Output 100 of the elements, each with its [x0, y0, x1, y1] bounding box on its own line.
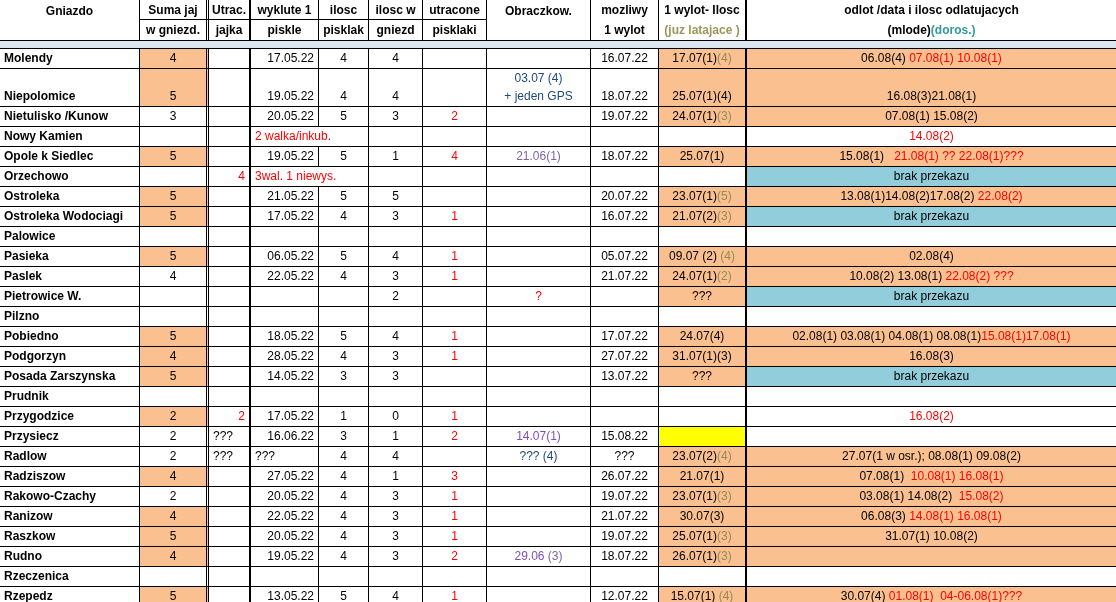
table-cell: 17.05.22	[251, 49, 319, 69]
table-cell: 18.05.22	[251, 327, 319, 347]
table-cell: 25.07(1)	[659, 147, 747, 167]
table-cell: 3	[369, 267, 423, 287]
nest-name: Nietulisko /Kunow	[0, 107, 140, 127]
table-cell: ???	[659, 367, 747, 387]
table-cell	[209, 247, 251, 267]
table-cell: 27.07(1 w osr.); 08.08(1) 09.08(2)	[747, 447, 1116, 467]
table-cell	[319, 567, 369, 587]
table-cell: 4	[369, 69, 423, 107]
table-cell: 17.05.22	[251, 407, 319, 427]
nest-name: Rakowo-Czachy	[0, 487, 140, 507]
table-cell: 4	[140, 267, 209, 287]
table-cell: 2	[209, 407, 251, 427]
table-cell: 27.05.22	[251, 467, 319, 487]
column-header: gniezd	[369, 20, 423, 40]
column-header: utracone	[423, 0, 487, 20]
table-cell: 4	[369, 327, 423, 347]
table-cell: 06.08(3) 14.08(1) 16.08(1)	[747, 507, 1116, 527]
table-cell: 25.07(1)(4)	[659, 69, 747, 107]
table-cell	[423, 227, 487, 247]
table-cell	[423, 187, 487, 207]
table-cell: 4	[319, 267, 369, 287]
table-cell	[209, 547, 251, 567]
table-cell: 30.07(4) 01.08(1) 04-06.08(1)???	[747, 587, 1116, 602]
table-cell: 5	[140, 367, 209, 387]
table-cell: 5	[319, 587, 369, 602]
table-cell	[209, 207, 251, 227]
table-cell: ???	[209, 427, 251, 447]
table-cell	[423, 367, 487, 387]
table-cell: 4	[319, 467, 369, 487]
table-cell: 5	[140, 69, 209, 107]
table-cell: 1	[423, 327, 487, 347]
table-cell: 4	[319, 527, 369, 547]
table-cell: 29.06 (3)	[487, 547, 591, 567]
table-cell	[209, 267, 251, 287]
table-cell	[369, 387, 423, 407]
table-cell: 1	[319, 407, 369, 427]
table-cell: 21.07(2)(3)	[659, 207, 747, 227]
table-cell	[319, 387, 369, 407]
column-header: Suma jaj	[140, 0, 209, 20]
table-cell: 20.05.22	[251, 487, 319, 507]
table-cell: brak przekazu	[747, 287, 1116, 307]
table-cell	[369, 127, 423, 147]
nest-name: Prudnik	[0, 387, 140, 407]
table-cell	[369, 227, 423, 247]
nest-name: Radlow	[0, 447, 140, 467]
table-cell: 2	[140, 407, 209, 427]
table-cell	[369, 567, 423, 587]
column-header: 1 wylot	[591, 20, 659, 40]
table-cell	[369, 307, 423, 327]
table-cell: 5	[319, 247, 369, 267]
table-cell: 23.07(1)(5)	[659, 187, 747, 207]
table-cell	[251, 287, 319, 307]
table-cell: 28.05.22	[251, 347, 319, 367]
table-cell: 25.07(1)(3)	[659, 527, 747, 547]
table-cell	[209, 49, 251, 69]
column-header: Gniazdo	[0, 0, 140, 40]
table-cell: 3	[369, 507, 423, 527]
table-cell: 4	[319, 447, 369, 467]
table-cell: 07.08(1) 15.08(2)	[747, 107, 1116, 127]
table-cell: 13.08(1)14.08(2)17.08(2) 22.08(2)	[747, 187, 1116, 207]
table-cell	[319, 287, 369, 307]
table-cell: 06.08(4) 07.08(1) 10.08(1)	[747, 49, 1116, 69]
table-cell	[591, 167, 659, 187]
table-cell	[209, 467, 251, 487]
table-cell: 5	[319, 187, 369, 207]
table-cell: 1	[423, 527, 487, 547]
table-cell	[209, 69, 251, 107]
table-cell	[423, 447, 487, 467]
table-cell	[209, 387, 251, 407]
table-cell: 1	[423, 587, 487, 602]
table-cell: brak przekazu	[747, 207, 1116, 227]
nest-name: Nowy Kamien	[0, 127, 140, 147]
column-header: 1 wylot- Ilosc	[659, 0, 747, 20]
table-cell: 4	[140, 49, 209, 69]
table-cell	[209, 527, 251, 547]
table-cell	[423, 567, 487, 587]
table-cell: 4	[319, 547, 369, 567]
table-cell: 1	[369, 467, 423, 487]
table-cell: 16.08(2)	[747, 407, 1116, 427]
table-cell: 5	[140, 327, 209, 347]
table-cell	[209, 227, 251, 247]
table-cell: 14.07(1)	[487, 427, 591, 447]
table-cell: 5	[140, 207, 209, 227]
table-cell	[319, 227, 369, 247]
table-cell: 3wal. 1 niewys.	[251, 167, 369, 187]
table-cell	[591, 307, 659, 327]
table-cell	[209, 127, 251, 147]
table-cell: ?	[487, 287, 591, 307]
table-cell	[209, 367, 251, 387]
table-cell: 3	[369, 347, 423, 367]
table-cell: ???	[209, 447, 251, 467]
column-header: mozliwy	[591, 0, 659, 20]
table-cell	[591, 127, 659, 147]
table-cell: 5	[140, 187, 209, 207]
table-cell: 2	[369, 287, 423, 307]
table-cell: 06.05.22	[251, 247, 319, 267]
table-cell: 4	[369, 247, 423, 267]
table-cell	[140, 287, 209, 307]
